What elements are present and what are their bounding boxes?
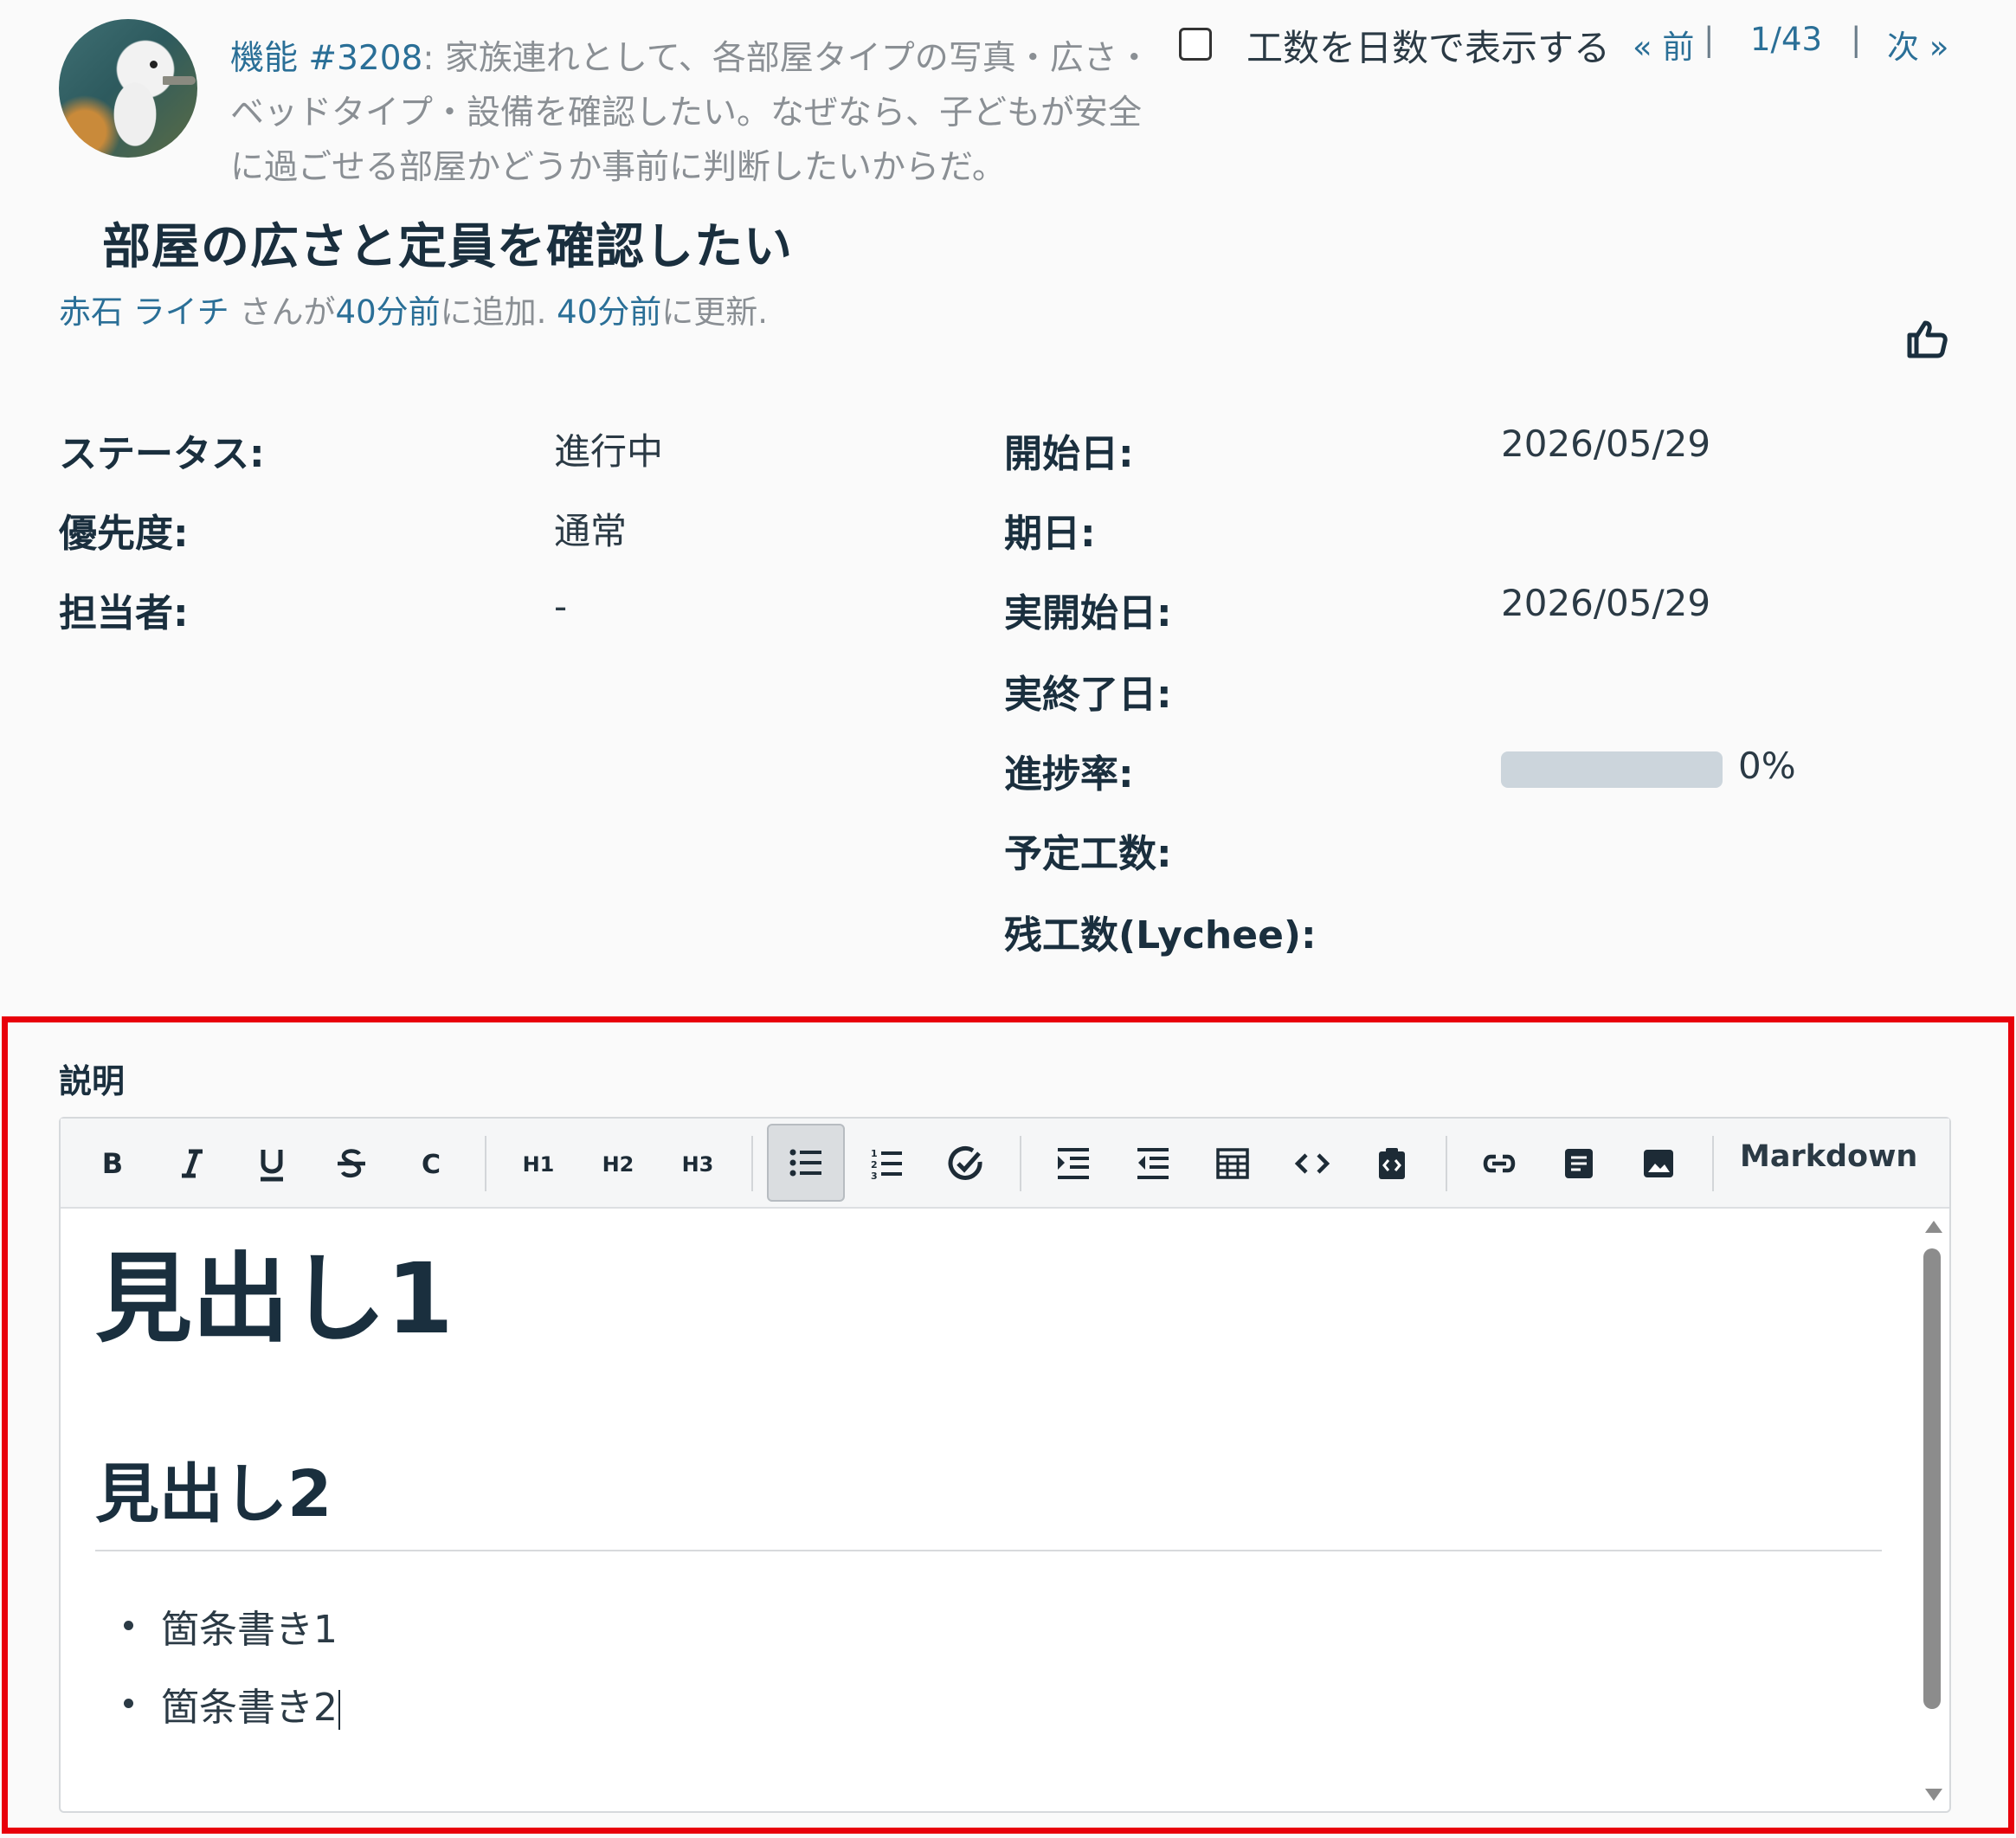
strikethrough-button[interactable] [320,1132,383,1195]
status-value: 進行中 [554,430,664,473]
bold-icon: B [102,1147,123,1180]
start-date-label: 開始日: [1004,432,1134,476]
like-icon[interactable] [1904,316,1949,361]
code-block-button[interactable] [1281,1132,1343,1195]
link-button[interactable] [1468,1132,1530,1195]
show-days-label: 工数を日数で表示する [1246,27,1611,69]
actual-start-label: 実開始日: [1004,591,1172,635]
scrollbar-thumb[interactable] [1923,1248,1941,1709]
assignee-value: - [554,585,568,628]
parent-issue-link[interactable]: 機能 #3208 [230,39,422,78]
done-ratio-label: 進捗率: [1004,752,1134,796]
description-label: 説明 [59,1062,126,1100]
remaining-hours-label: 残工数(Lychee): [1004,913,1317,958]
indent-button[interactable] [1042,1132,1105,1195]
heading-1-icon: H1 [523,1152,555,1177]
added-time-link[interactable]: 40分前 [336,293,441,331]
heading-1-button[interactable]: H1 [507,1132,570,1195]
author-avatar[interactable] [59,19,197,158]
priority-value: 通常 [554,510,628,552]
list-bullet [124,1699,133,1708]
underline-icon [261,1150,283,1182]
heading-3-button[interactable]: H3 [667,1132,729,1195]
page-icon [1565,1149,1593,1178]
due-date-label: 期日: [1004,512,1096,556]
svg-text:3: 3 [871,1171,878,1182]
next-link[interactable]: 次 » [1887,21,1948,68]
toolbar-separator [485,1136,486,1191]
check-circle-icon [948,1145,982,1180]
image-icon [1644,1150,1673,1177]
svg-text:H1: H1 [523,1152,555,1177]
pager-separator: | [1851,21,1862,58]
indent-icon [1058,1148,1089,1179]
svg-text:C: C [422,1150,441,1180]
toolbar-separator [1712,1136,1714,1191]
paste-code-button[interactable] [1361,1132,1423,1195]
svg-text:1: 1 [871,1148,878,1159]
assignee-label: 担当者: [59,591,189,635]
content-heading-1: 見出し1 [95,1243,454,1356]
toolbar-separator [751,1136,753,1191]
markdown-toggle[interactable]: Markdown [1740,1139,1917,1174]
task-list-button[interactable] [935,1132,997,1195]
start-date-value: 2026/05/29 [1501,422,1711,465]
table-button[interactable] [1201,1132,1264,1195]
toolbar-separator [1020,1136,1021,1191]
heading-2-button[interactable]: H2 [587,1132,649,1195]
heading-3-icon: H3 [682,1152,714,1177]
list-item: 箇条書き1 [161,1608,338,1652]
italic-button[interactable] [161,1132,223,1195]
italic-icon [182,1149,203,1178]
svg-text:B: B [102,1147,123,1180]
underline-button[interactable] [241,1132,303,1195]
svg-text:2: 2 [871,1159,878,1171]
priority-label: 優先度: [59,512,189,556]
bold-button[interactable]: B [81,1132,144,1195]
text-cursor [338,1690,340,1730]
toolbar-separator [1446,1136,1447,1191]
code-c-icon: C [422,1150,441,1180]
heading-divider [95,1550,1882,1551]
status-label: ステータス: [59,432,265,476]
content-heading-2: 見出し2 [95,1457,332,1532]
bullet-list-icon [789,1149,821,1177]
list-item: 箇条書き2 [161,1676,340,1732]
outdent-icon [1137,1148,1169,1179]
updated-time-link[interactable]: 40分前 [557,293,661,331]
parent-issue: 機能 #3208: 家族連れとして、各部屋タイプの写真・広さ・ベッドタイプ・設備… [230,31,1174,195]
numbered-list-icon: 123 [871,1148,902,1182]
inline-code-button[interactable]: C [400,1132,462,1195]
strikethrough-icon [338,1149,365,1178]
link-icon [1483,1154,1516,1173]
actual-start-value: 2026/05/29 [1501,582,1711,624]
pager-separator: | [1704,21,1715,58]
clipboard-code-icon [1379,1148,1405,1179]
pager-position: 1/43 [1750,21,1823,58]
done-ratio-value: 0% [1738,745,1796,787]
actual-end-label: 実終了日: [1004,673,1172,717]
author-link[interactable]: 赤石 ライチ [59,293,229,331]
numbered-list-button[interactable]: 123 [855,1132,918,1195]
image-button[interactable] [1627,1132,1690,1195]
list-bullet [124,1621,133,1630]
bullet-list-button[interactable] [767,1124,845,1202]
table-icon [1216,1148,1249,1179]
wiki-page-button[interactable] [1548,1132,1610,1195]
svg-text:H2: H2 [602,1152,634,1177]
outdent-button[interactable] [1122,1132,1184,1195]
scroll-down-arrow-icon[interactable] [1925,1789,1942,1801]
code-brackets-icon [1294,1153,1330,1174]
show-days-checkbox[interactable] [1179,28,1212,61]
done-ratio-bar [1501,751,1723,788]
svg-text:H3: H3 [682,1152,714,1177]
estimated-hours-label: 予定工数: [1004,832,1172,876]
author-line: 赤石 ライチ さんが40分前に追加. 40分前に更新. [59,293,769,331]
scroll-up-arrow-icon[interactable] [1925,1221,1942,1233]
heading-2-icon: H2 [602,1152,634,1177]
prev-link[interactable]: « 前 [1633,21,1694,68]
issue-title: 部屋の広さと定員を確認したい [102,219,793,275]
